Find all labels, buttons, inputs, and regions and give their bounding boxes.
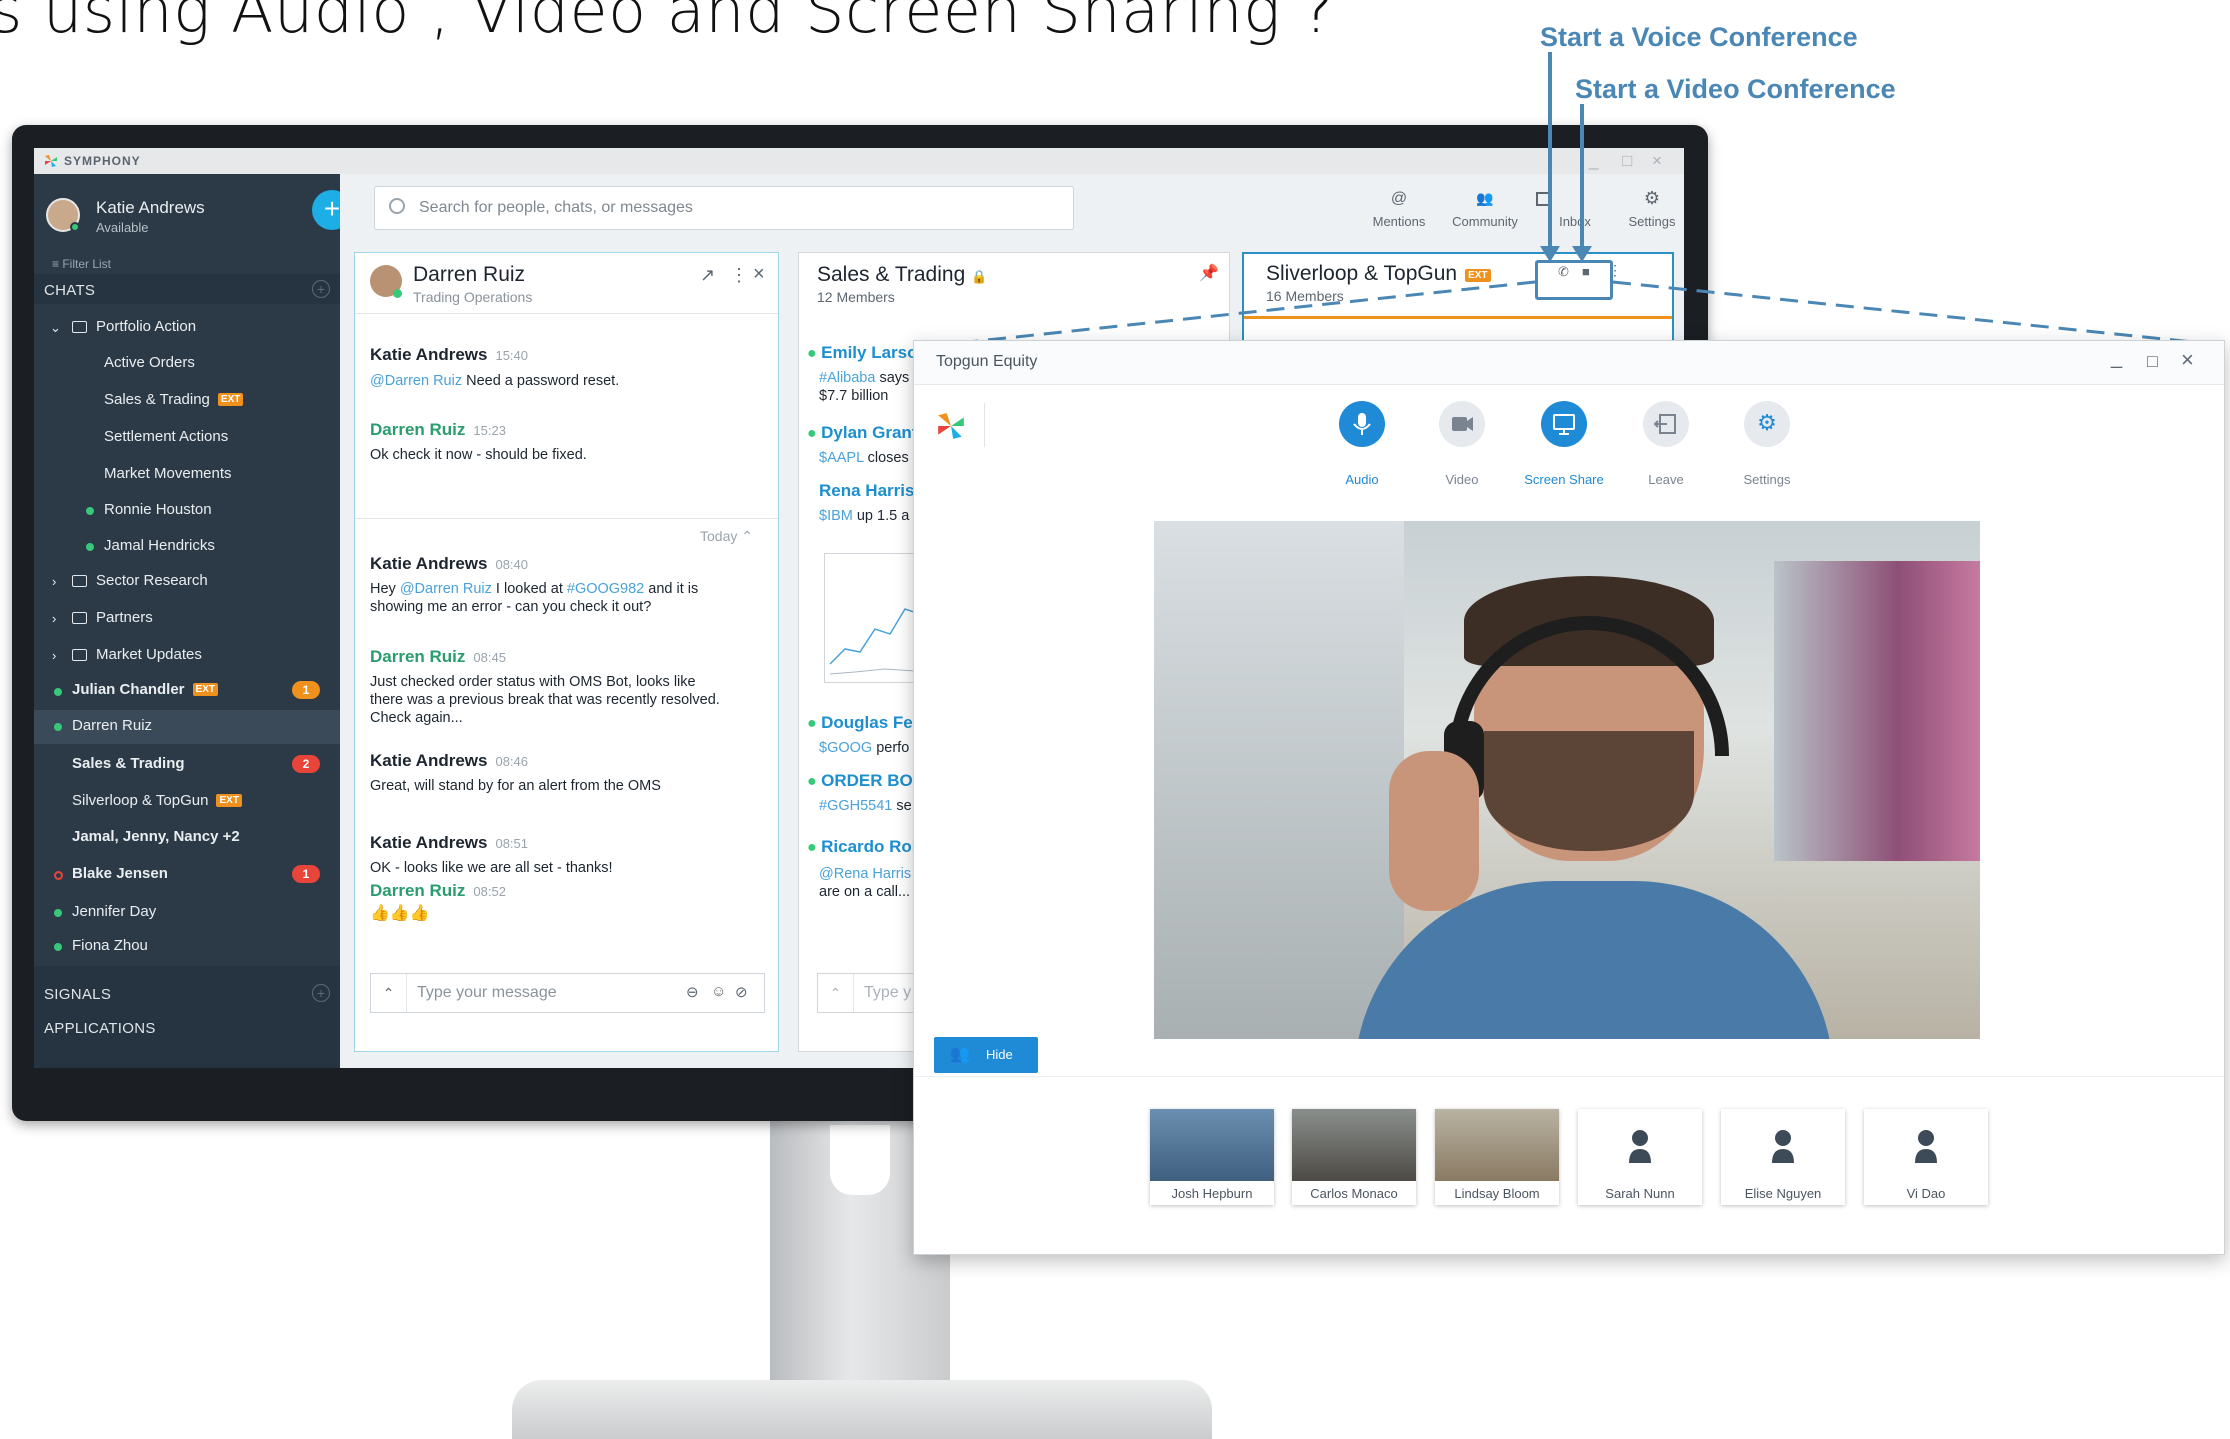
- video-label[interactable]: Video: [1412, 472, 1512, 487]
- video-button[interactable]: [1439, 401, 1485, 447]
- leave-label[interactable]: Leave: [1616, 472, 1716, 487]
- participant-name: Carlos Monaco: [1310, 1186, 1398, 1201]
- settings-button[interactable]: ⚙: [1744, 401, 1790, 447]
- leave-button[interactable]: [1643, 401, 1689, 447]
- participant-name: Lindsay Bloom: [1454, 1186, 1540, 1201]
- divider: [984, 403, 985, 447]
- popup-close-button[interactable]: ×: [2181, 347, 2194, 373]
- screen-share-button[interactable]: [1541, 401, 1587, 447]
- symphony-logo-icon: [936, 411, 966, 441]
- popup-maximize-button[interactable]: □: [2147, 351, 2158, 372]
- leave-icon: [1653, 414, 1676, 434]
- settings-label[interactable]: Settings: [1717, 472, 1817, 487]
- hide-button[interactable]: 👥 Hide: [934, 1037, 1038, 1073]
- popup-minimize-button[interactable]: _: [2111, 347, 2122, 370]
- audio-label[interactable]: Audio: [1312, 472, 1412, 487]
- video-camera-icon: [1452, 417, 1473, 431]
- hide-label: Hide: [986, 1047, 1013, 1062]
- person-placeholder-icon: [1914, 1129, 1938, 1167]
- participant-tile[interactable]: Carlos Monaco: [1292, 1109, 1416, 1205]
- divider: [914, 1076, 2224, 1077]
- audio-button[interactable]: [1339, 401, 1385, 447]
- participant-name: Vi Dao: [1906, 1186, 1946, 1201]
- participant-video: [1292, 1109, 1416, 1181]
- participant-tile[interactable]: Sarah Nunn: [1578, 1109, 1702, 1205]
- people-icon: 👥: [950, 1046, 970, 1063]
- participant-name: Josh Hepburn: [1171, 1186, 1253, 1201]
- participant-tile[interactable]: Vi Dao: [1864, 1109, 1988, 1205]
- participant-video: [1435, 1109, 1559, 1181]
- screen-share-label[interactable]: Screen Share: [1514, 472, 1614, 487]
- popup-title: Topgun Equity: [936, 353, 1038, 370]
- popup-titlebar: [914, 341, 2224, 385]
- person-placeholder-icon: [1628, 1129, 1652, 1167]
- main-video-feed[interactable]: [1154, 521, 1980, 1039]
- participant-name: Sarah Nunn: [1605, 1186, 1675, 1201]
- monitor-icon: [1553, 414, 1575, 435]
- person-hand: [1389, 751, 1479, 911]
- participant-tile[interactable]: Elise Nguyen: [1721, 1109, 1845, 1205]
- participant-tile[interactable]: Josh Hepburn: [1150, 1109, 1274, 1205]
- microphone-icon: [1353, 413, 1371, 435]
- person-placeholder-icon: [1771, 1129, 1795, 1167]
- video-conference-window: Topgun Equity _ □ × Audio Video Screen S…: [913, 340, 2225, 1255]
- participant-video: [1150, 1109, 1274, 1181]
- gear-icon: ⚙: [1757, 410, 1777, 435]
- participant-name: Elise Nguyen: [1744, 1186, 1822, 1201]
- participant-tile[interactable]: Lindsay Bloom: [1435, 1109, 1559, 1205]
